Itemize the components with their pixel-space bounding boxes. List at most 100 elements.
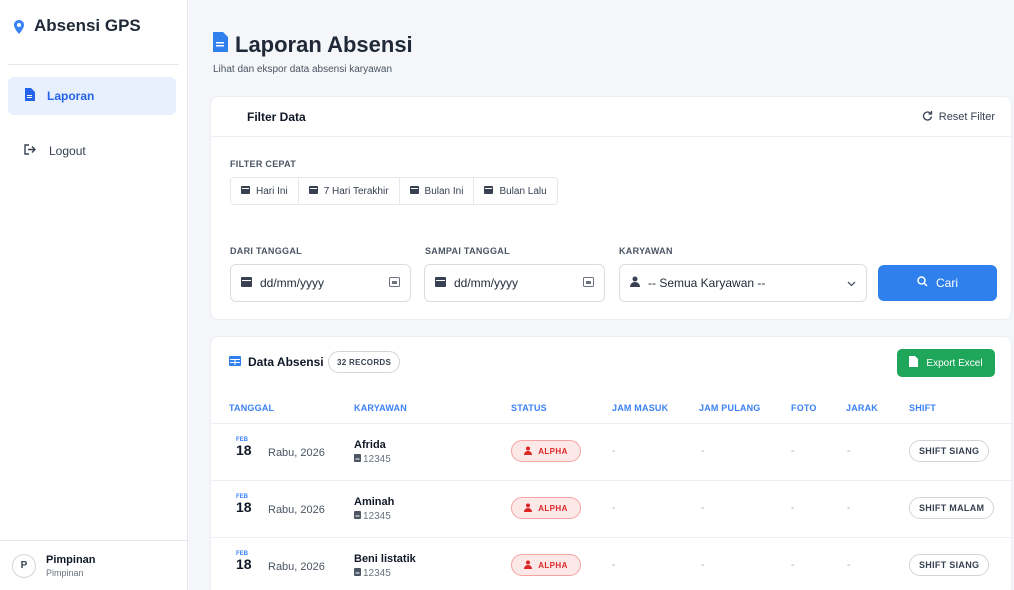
page-title: Laporan Absensi: [212, 32, 413, 58]
table-icon: [229, 355, 241, 369]
quick-filter-label: Bulan Lalu: [499, 185, 547, 197]
shift-badge: SHIFT SIANG: [909, 554, 990, 576]
file-icon: [212, 32, 229, 58]
to-date-input[interactable]: dd/mm/yyyy: [424, 264, 605, 302]
brand-title: Absensi GPS: [34, 16, 141, 35]
from-date-input[interactable]: dd/mm/yyyy: [230, 264, 411, 302]
employee-select-value: -- Semua Karyawan --: [648, 276, 766, 290]
from-date-value: dd/mm/yyyy: [260, 276, 325, 290]
quick-filter-label: Hari Ini: [256, 185, 288, 197]
page-title-text: Laporan Absensi: [235, 32, 413, 57]
date-cell: FEB 18: [236, 551, 252, 571]
column-header[interactable]: STATUS: [511, 403, 547, 413]
column-header[interactable]: FOTO: [791, 403, 817, 413]
check-out-time: -: [701, 503, 705, 514]
check-out-time: -: [701, 446, 705, 457]
calendar-picker-icon[interactable]: [389, 276, 400, 290]
column-header[interactable]: KARYAWAN: [354, 403, 407, 413]
photo-cell: -: [791, 560, 795, 571]
user-name: Pimpinan: [46, 553, 96, 566]
day-name: Rabu, 2026: [268, 447, 325, 459]
calendar-icon: [241, 276, 252, 290]
column-header[interactable]: JAM MASUK: [612, 403, 668, 413]
status-badge: ALPHA: [511, 497, 581, 519]
employee-name: Afrida: [354, 439, 386, 451]
export-excel-button[interactable]: Export Excel: [897, 349, 995, 377]
employee-id: 12345: [354, 568, 416, 579]
id-card-icon: [354, 454, 361, 465]
export-excel-label: Export Excel: [926, 357, 983, 369]
user-role: Pimpinan: [46, 567, 84, 578]
shift-badge: SHIFT SIANG: [909, 440, 990, 462]
file-excel-icon: [909, 356, 919, 370]
sidebar-item-label: Logout: [49, 144, 86, 158]
employee-id: 12345: [354, 511, 394, 522]
employee-cell: Beni listatik 12345: [354, 553, 416, 579]
to-date-value: dd/mm/yyyy: [454, 276, 519, 290]
user-profile[interactable]: P Pimpinan Pimpinan: [0, 540, 187, 590]
brand[interactable]: Absensi GPS: [12, 16, 141, 36]
table-row[interactable]: FEB 18 Rabu, 2026 Beni listatik 12345 AL…: [211, 537, 1013, 590]
table-row[interactable]: FEB 18 Rabu, 2026 Afrida 12345 ALPHA - -…: [211, 423, 1013, 480]
quick-filter-7days[interactable]: 7 Hari Terakhir: [298, 178, 400, 204]
records-badge: 32 RECORDS: [328, 351, 401, 373]
employee-cell: Aminah 12345: [354, 496, 394, 522]
employee-id-value: 12345: [363, 568, 391, 579]
status-badge: ALPHA: [511, 554, 581, 576]
sidebar: Absensi GPS Laporan Logout P Pimpinan Pi…: [0, 0, 188, 590]
quick-filter-last-month[interactable]: Bulan Lalu: [474, 178, 557, 204]
id-card-icon: [354, 511, 361, 522]
calendar-icon: [484, 185, 494, 197]
day: 18: [236, 556, 252, 572]
distance-cell: -: [847, 446, 851, 457]
chevron-down-icon: [847, 276, 856, 290]
avatar: P: [12, 553, 36, 578]
day: 18: [236, 442, 252, 458]
sidebar-item-logout[interactable]: Logout: [8, 132, 176, 170]
employee-id: 12345: [354, 454, 391, 465]
employee-select[interactable]: -- Semua Karyawan --: [619, 264, 867, 302]
employee-cell: Afrida 12345: [354, 439, 391, 465]
calendar-icon: [435, 276, 446, 290]
status-text: ALPHA: [538, 503, 568, 513]
check-in-time: -: [612, 560, 616, 571]
status-badge: ALPHA: [511, 440, 581, 462]
quick-filter-today[interactable]: Hari Ini: [231, 178, 299, 204]
page-subtitle: Lihat dan ekspor data absensi karyawan: [213, 64, 393, 75]
day: 18: [236, 499, 252, 515]
day-name: Rabu, 2026: [268, 504, 325, 516]
search-button[interactable]: Cari: [878, 265, 997, 301]
to-date-label: SAMPAI TANGGAL: [425, 246, 510, 256]
user-icon: [630, 276, 640, 290]
column-header[interactable]: TANGGAL: [229, 403, 274, 413]
reset-filter-button[interactable]: Reset Filter: [922, 110, 995, 124]
column-header[interactable]: SHIFT: [909, 403, 936, 413]
photo-cell: -: [791, 446, 795, 457]
calendar-icon: [241, 185, 250, 197]
sidebar-item-laporan[interactable]: Laporan: [8, 77, 176, 115]
logout-icon: [24, 144, 37, 158]
employee-id-value: 12345: [363, 454, 391, 465]
date-cell: FEB 18: [236, 494, 252, 514]
quick-filter-group: Hari Ini 7 Hari Terakhir Bulan Ini Bulan…: [230, 177, 558, 205]
search-button-label: Cari: [935, 276, 958, 290]
from-date-label: DARI TANGGAL: [230, 246, 302, 256]
calendar-icon: [409, 185, 419, 197]
quick-filter-label: 7 Hari Terakhir: [323, 185, 389, 197]
distance-cell: -: [847, 560, 851, 571]
distance-cell: -: [847, 503, 851, 514]
column-header[interactable]: JAM PULANG: [699, 403, 761, 413]
status-text: ALPHA: [538, 446, 568, 456]
user-x-icon: [524, 503, 533, 514]
map-pin-icon: [12, 19, 26, 34]
id-card-icon: [354, 568, 361, 579]
quick-filter-label: FILTER CEPAT: [230, 159, 297, 169]
filter-header: Filter Data Reset Filter: [211, 97, 1011, 137]
refresh-icon: [922, 110, 933, 124]
calendar-picker-icon[interactable]: [583, 276, 594, 290]
sidebar-item-label: Laporan: [47, 89, 95, 103]
filter-title: Filter Data: [247, 110, 306, 124]
column-header[interactable]: JARAK: [846, 403, 878, 413]
quick-filter-this-month[interactable]: Bulan Ini: [399, 178, 475, 204]
table-row[interactable]: FEB 18 Rabu, 2026 Aminah 12345 ALPHA - -…: [211, 480, 1013, 537]
